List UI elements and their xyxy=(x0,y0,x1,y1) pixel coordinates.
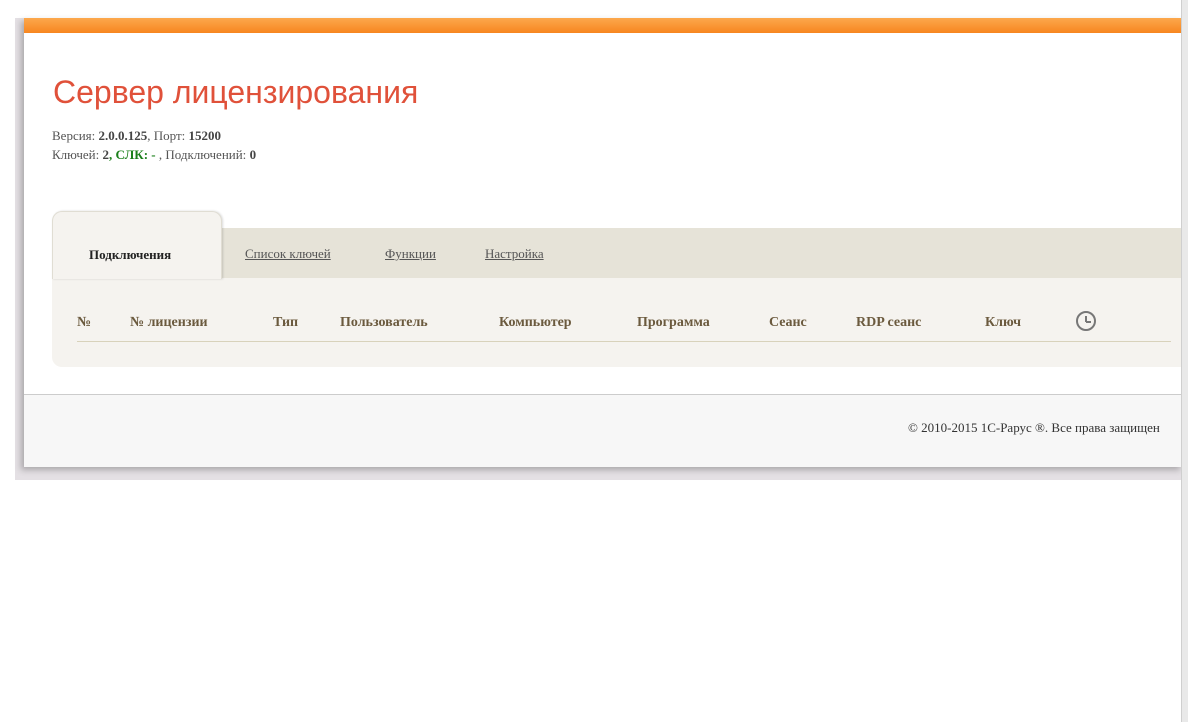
tab-connections-label: Подключения xyxy=(89,247,172,262)
footer: © 2010-2015 1С-Рарус ®. Все права защище… xyxy=(24,394,1183,467)
tabs-container: Подключения Список ключей Функции Настро… xyxy=(52,211,1183,367)
column-header-license: № лицензии xyxy=(130,315,208,330)
column-header-program: Программа xyxy=(637,315,710,330)
keys-label: Ключей: xyxy=(52,147,100,162)
keys-info: Ключей: 2, СЛК: - , Подключений: 0 xyxy=(52,147,256,163)
column-header-computer: Компьютер xyxy=(499,315,572,330)
copyright-text: © 2010-2015 1С-Рарус ®. Все права защище… xyxy=(908,420,1160,435)
column-header-number: № xyxy=(77,315,92,330)
slk-status: , СЛК: - xyxy=(109,147,156,162)
column-header-rdp-session: RDP сеанс xyxy=(856,315,922,330)
version-value: 2.0.0.125 xyxy=(98,128,148,143)
connections-value: 0 xyxy=(249,147,257,162)
tab-connections[interactable]: Подключения xyxy=(52,211,222,279)
column-header-user: Пользователь xyxy=(340,315,428,330)
column-header-type: Тип xyxy=(273,315,299,330)
page-title: Сервер лицензирования xyxy=(53,74,419,110)
port-value: 15200 xyxy=(188,128,222,143)
column-header-session: Сеанс xyxy=(769,315,807,330)
version-label: Версия: xyxy=(52,128,96,143)
clock-icon xyxy=(1076,311,1096,331)
tab-settings[interactable]: Настройка xyxy=(485,246,544,262)
main-page: Сервер лицензирования Версия: 2.0.0.125,… xyxy=(24,18,1183,467)
vertical-scrollbar[interactable] xyxy=(1181,0,1188,722)
column-header-key: Ключ xyxy=(985,315,1022,330)
tab-functions[interactable]: Функции xyxy=(385,246,436,262)
port-label: , Порт: xyxy=(147,128,186,143)
tab-key-list[interactable]: Список ключей xyxy=(245,246,331,262)
version-info: Версия: 2.0.0.125, Порт: 15200 xyxy=(52,128,221,144)
table-header-divider xyxy=(77,341,1171,342)
connections-label: , Подключений: xyxy=(155,147,247,162)
orange-top-bar xyxy=(24,18,1183,33)
